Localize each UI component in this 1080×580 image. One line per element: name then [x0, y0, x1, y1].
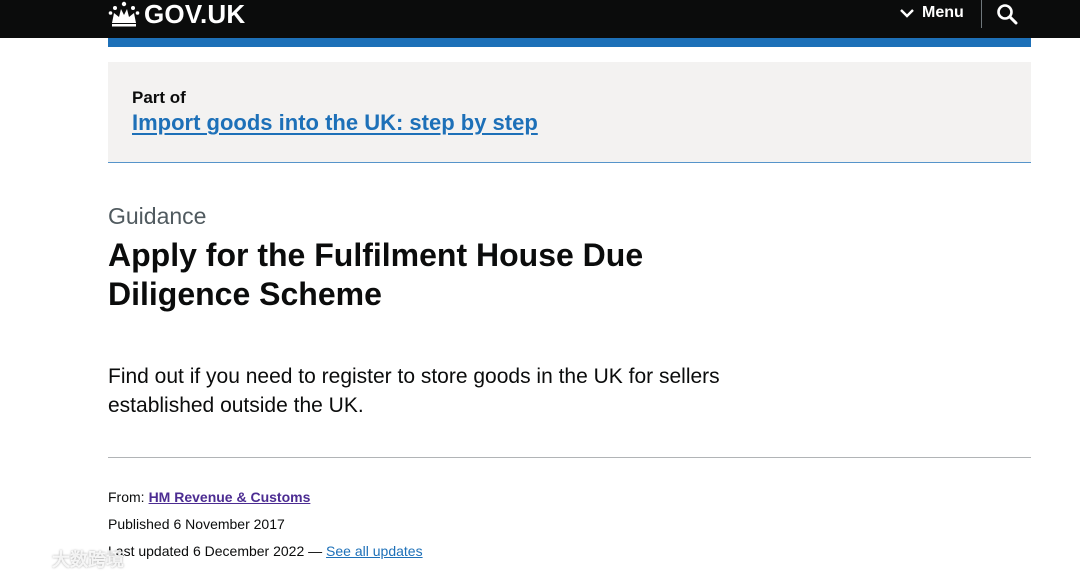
metadata-from: From: HM Revenue & Customs — [108, 489, 310, 505]
step-by-step-nav: Part of Import goods into the UK: step b… — [108, 62, 1031, 163]
from-label: From: — [108, 489, 145, 505]
govuk-logo-link[interactable]: GOV.UK — [108, 0, 245, 28]
crown-icon — [108, 1, 140, 27]
header-divider — [981, 0, 982, 28]
page-caption: Guidance — [108, 203, 207, 229]
part-of-label: Part of — [132, 88, 186, 107]
published-date: 6 November 2017 — [173, 516, 285, 532]
site-header: GOV.UK Menu — [0, 0, 1080, 38]
updated-date: 6 December 2022 — — [192, 543, 323, 559]
watermark: 大数跨境 — [6, 546, 124, 572]
step-by-step-link[interactable]: Import goods into the UK: step by step — [132, 110, 538, 136]
see-all-updates-link[interactable]: See all updates — [326, 543, 423, 559]
organisation-link[interactable]: HM Revenue & Customs — [149, 489, 311, 505]
metadata-updated: Last updated 6 December 2022 — See all up… — [108, 543, 423, 559]
logo-text: GOV.UK — [144, 0, 246, 29]
watermark-text: 大数跨境 — [52, 550, 124, 570]
search-icon[interactable] — [996, 3, 1018, 25]
metadata-published: Published 6 November 2017 — [108, 516, 285, 532]
menu-label: Menu — [922, 4, 964, 21]
header-accent-bar — [108, 38, 1031, 47]
menu-button[interactable]: Menu — [900, 4, 964, 22]
chevron-down-icon — [900, 9, 914, 18]
published-label: Published — [108, 516, 170, 532]
lead-paragraph: Find out if you need to register to stor… — [108, 365, 720, 417]
watermark-logo-icon — [7, 550, 44, 568]
section-divider — [108, 457, 1031, 458]
page-title: Apply for the Fulfilment House Due Dilig… — [108, 237, 644, 312]
